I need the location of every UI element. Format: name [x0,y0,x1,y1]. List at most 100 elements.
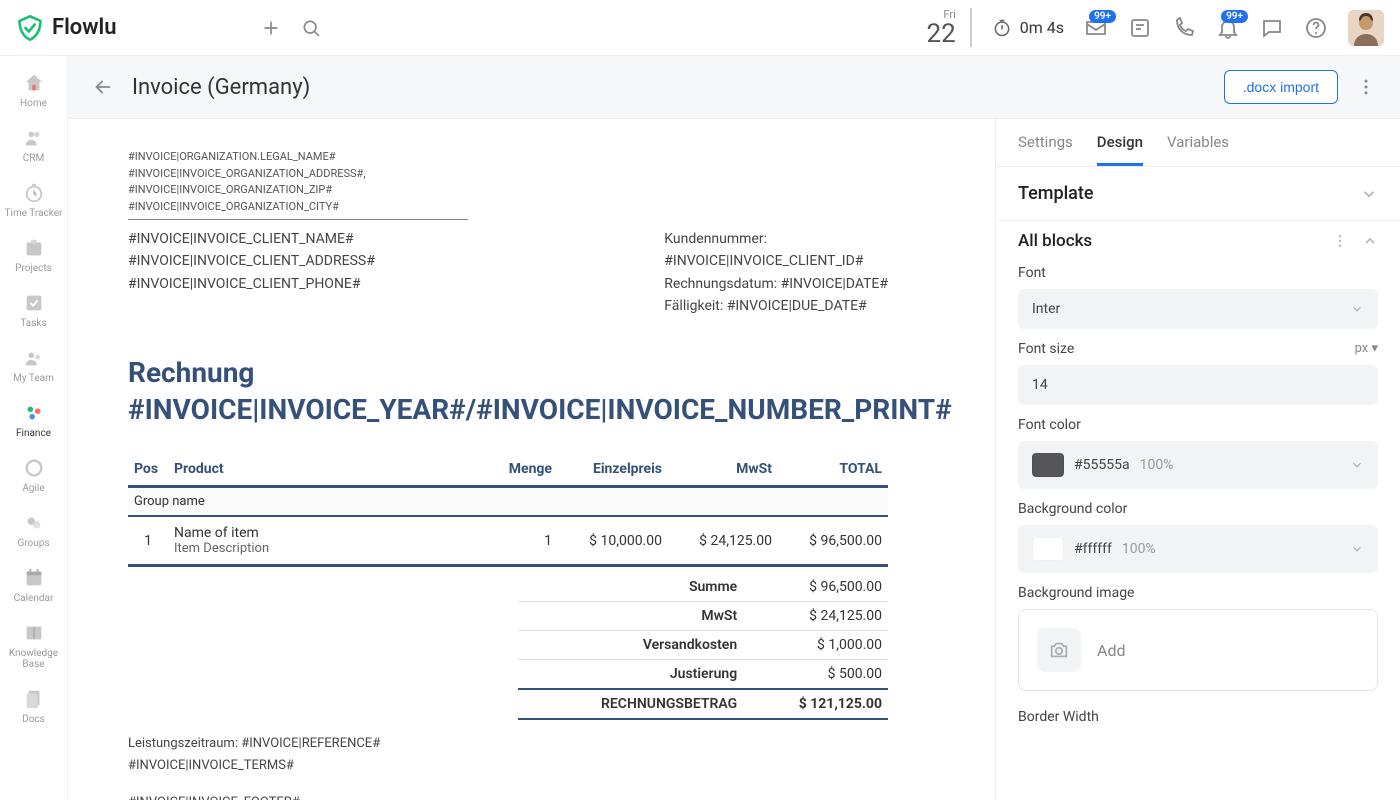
sidebar-item-label: Home [4,98,64,109]
table-row[interactable]: 1 Name of itemItem Description 1 $ 10,00… [128,516,888,566]
client-address-block[interactable]: #INVOICE|INVOICE_CLIENT_NAME##INVOICE|IN… [128,228,375,318]
chevron-down-icon [1350,458,1364,472]
chevron-up-icon[interactable] [1362,233,1378,249]
tab-variables[interactable]: Variables [1167,133,1229,166]
timer-text: 0m 4s [1020,18,1064,37]
bg-color-select[interactable]: #ffffff 100% [1018,525,1378,573]
phone-icon[interactable] [1172,16,1196,40]
sidebar-item-team[interactable]: My Team [4,339,64,394]
sidebar-item-tasks[interactable]: Tasks [4,284,64,339]
agile-icon [23,457,45,479]
sidebar-item-finance[interactable]: Finance [4,394,64,449]
sidebar-item-label: Tasks [4,318,64,329]
add-icon[interactable] [261,18,281,38]
col-product: Product [168,453,478,487]
sidebar-item-label: Projects [4,263,64,274]
sidebar-item-projects[interactable]: Projects [4,229,64,284]
sidebar-item-label: Time Tracker [4,208,64,219]
footer-text[interactable]: #INVOICE|INVOICE_FOOTER# [128,793,888,800]
item-unit: $ 10,000.00 [558,516,668,566]
bg-image-add[interactable]: Add [1018,609,1378,691]
projects-icon [23,237,45,259]
invoice-heading[interactable]: Rechnung #INVOICE|INVOICE_YEAR#/#INVOICE… [128,354,888,430]
col-unit: Einzelpreis [558,453,668,487]
border-width-label: Border Width [1018,709,1378,725]
page-title: Invoice (Germany) [132,75,310,100]
template-title: Template [1018,183,1094,204]
calendar-icon [23,567,45,589]
home-icon [23,72,45,94]
font-label: Font [1018,265,1378,281]
template-section-toggle[interactable]: Template [1018,183,1378,204]
organization-address-block[interactable]: #INVOICE|ORGANIZATION.LEGAL_NAME##INVOIC… [128,149,468,220]
font-color-label: Font color [1018,417,1378,433]
totals-table[interactable]: Summe$ 96,500.00MwSt$ 24,125.00Versandko… [518,573,888,720]
font-size-input[interactable]: 14 [1018,365,1378,405]
sidebar-item-time[interactable]: Time Tracker [4,174,64,229]
chevron-down-icon [1350,542,1364,556]
invoice-meta-block[interactable]: Kundennummer:#INVOICE|INVOICE_CLIENT_ID#… [664,228,888,318]
font-select[interactable]: Inter [1018,289,1378,329]
col-total: TOTAL [778,453,888,487]
kebab-icon[interactable] [1332,233,1348,249]
all-blocks-title: All blocks [1018,231,1092,251]
sidebar-item-label: Calendar [4,593,64,604]
chevron-down-icon [1350,302,1364,316]
stopwatch-icon [992,18,1012,38]
help-icon[interactable] [1304,16,1328,40]
font-value: Inter [1032,301,1060,317]
col-qty: Menge [478,453,558,487]
items-table[interactable]: Pos Product Menge Einzelpreis MwSt TOTAL… [128,453,888,567]
inbox-icon[interactable]: 99+ [1084,16,1108,40]
footer-terms[interactable]: #INVOICE|INVOICE_TERMS# [128,756,888,776]
item-pos: 1 [128,516,168,566]
sidebar-item-label: Docs [4,714,64,725]
font-color-select[interactable]: #55555a 100% [1018,441,1378,489]
groups-icon [23,512,45,534]
bell-icon[interactable]: 99+ [1216,16,1240,40]
font-color-value: #55555a [1074,457,1130,473]
font-color-swatch [1032,453,1064,477]
chevron-down-icon [1360,185,1378,203]
docx-import-button[interactable]: .docx import [1224,70,1338,104]
sidebar-item-crm[interactable]: CRM [4,119,64,174]
search-icon[interactable] [301,18,321,38]
date-display[interactable]: Fri 22 [927,8,972,47]
bg-color-swatch [1032,537,1064,561]
sidebar-item-label: Groups [4,538,64,549]
bg-color-label: Background color [1018,501,1378,517]
notes-icon[interactable] [1128,16,1152,40]
sidebar-item-groups[interactable]: Groups [4,504,64,559]
sidebar-item-home[interactable]: Home [4,64,64,119]
brand-text: Flowlu [52,15,117,40]
bg-image-add-label: Add [1097,641,1125,660]
item-tax: $ 24,125.00 [668,516,778,566]
col-tax: MwSt [668,453,778,487]
bg-image-label: Background image [1018,585,1378,601]
kb-icon [23,622,45,644]
tab-design[interactable]: Design [1097,133,1143,166]
timer-display[interactable]: 0m 4s [992,18,1064,38]
time-icon [23,182,45,204]
crm-icon [23,127,45,149]
avatar[interactable] [1348,10,1384,46]
sidebar-item-label: Knowledge Base [4,648,64,670]
font-color-alpha: 100% [1140,457,1174,473]
sidebar-item-docs[interactable]: Docs [4,680,64,735]
chat-icon[interactable] [1260,16,1284,40]
tab-settings[interactable]: Settings [1018,133,1073,166]
footer-reference[interactable]: Leistungszeitraum: #INVOICE|REFERENCE# [128,734,888,754]
sidebar-item-agile[interactable]: Agile [4,449,64,504]
finance-icon [23,402,45,424]
sidebar-item-kb[interactable]: Knowledge Base [4,614,64,680]
back-arrow-icon[interactable] [92,76,114,98]
bg-color-alpha: 100% [1122,541,1156,557]
font-size-label: Font size [1018,341,1074,357]
item-product: Name of itemItem Description [168,516,478,566]
item-qty: 1 [478,516,558,566]
group-name-cell: Group name [128,487,888,517]
sidebar-item-calendar[interactable]: Calendar [4,559,64,614]
kebab-menu-icon[interactable] [1356,77,1376,97]
font-size-unit[interactable]: px ▾ [1355,341,1378,357]
logo[interactable]: Flowlu [16,14,117,42]
